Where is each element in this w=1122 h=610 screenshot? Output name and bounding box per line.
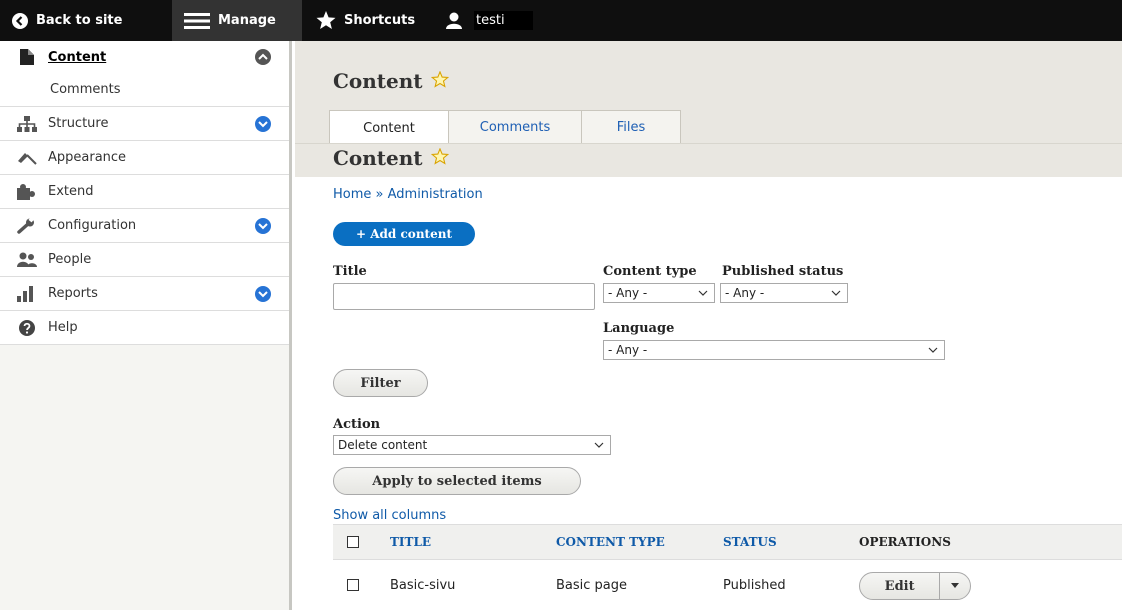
chevron-down-icon: [698, 290, 708, 296]
add-content-button[interactable]: + Add content: [333, 222, 475, 246]
column-header-title[interactable]: TITLE: [390, 535, 431, 549]
page-title-text: Content: [333, 69, 423, 93]
select-all-checkbox[interactable]: [347, 536, 359, 548]
page-header: Content Content Comments Files: [295, 41, 1122, 145]
sidebar-item-label: People: [48, 252, 92, 267]
row-status: Published: [723, 578, 786, 593]
main-content: Content Content Comments Files Content H…: [295, 41, 1122, 610]
sidebar-item-structure[interactable]: Structure: [0, 107, 289, 141]
published-status-label: Published status: [722, 264, 844, 279]
published-status-select[interactable]: - Any -: [720, 283, 848, 303]
select-value: Delete content: [338, 438, 428, 452]
brush-icon: [16, 149, 38, 167]
sidebar-item-extend[interactable]: Extend: [0, 175, 289, 209]
chevron-down-icon: [928, 347, 938, 353]
caret-down-icon: [951, 583, 960, 588]
tab-comments[interactable]: Comments: [448, 110, 582, 144]
chevron-left-circle-icon: [12, 12, 28, 29]
content-type-label: Content type: [603, 264, 697, 279]
row-content-type: Basic page: [556, 578, 628, 593]
sidebar-item-comments[interactable]: Comments: [0, 73, 289, 107]
select-value: - Any -: [608, 286, 648, 300]
page-subheader: Content: [295, 143, 1122, 177]
action-select[interactable]: Delete content: [333, 435, 611, 455]
manage-label: Manage: [218, 13, 276, 28]
sidebar-item-appearance[interactable]: Appearance: [0, 141, 289, 175]
people-icon: [16, 251, 38, 269]
row-title-link[interactable]: Basic-sivu: [390, 578, 455, 593]
apply-selected-button[interactable]: Apply to selected items: [333, 467, 581, 495]
title-filter-label: Title: [333, 264, 367, 279]
wrench-icon: [16, 217, 38, 235]
sidebar-item-label: Appearance: [48, 150, 127, 165]
sidebar-item-label: Help: [48, 320, 78, 335]
page-title: Content: [333, 69, 449, 93]
shortcuts-toggle[interactable]: Shortcuts: [302, 0, 434, 41]
primary-tabs: Content Comments Files: [329, 110, 681, 145]
row-checkbox[interactable]: [347, 579, 359, 591]
hamburger-menu-icon: [184, 12, 210, 29]
sidebar-item-label: Structure: [48, 116, 109, 131]
dropbutton-toggle[interactable]: [940, 583, 970, 589]
user-toggle[interactable]: testi: [434, 0, 545, 41]
breadcrumb[interactable]: Home » Administration: [333, 187, 483, 202]
select-value: - Any -: [608, 343, 648, 357]
table-header: TITLE CONTENT TYPE STATUS OPERATIONS: [333, 524, 1122, 560]
filter-button[interactable]: Filter: [333, 369, 428, 397]
bar-chart-icon: [16, 285, 38, 303]
tab-label: Files: [616, 120, 646, 135]
manage-toggle[interactable]: Manage: [172, 0, 302, 41]
shortcuts-label: Shortcuts: [344, 13, 416, 28]
admin-toolbar: Back to site Manage Shortcuts testi: [0, 0, 1122, 41]
operations-dropbutton: Edit: [859, 572, 971, 600]
sidebar-item-label: Extend: [48, 184, 94, 199]
page-subtitle-text: Content: [333, 146, 423, 170]
sitemap-icon: [16, 115, 38, 133]
admin-sidebar: Content Comments Structure Appearance Ex…: [0, 41, 292, 610]
collapse-toggle-icon[interactable]: [255, 49, 271, 65]
sidebar-menu: Content Comments Structure Appearance Ex…: [0, 41, 289, 345]
sidebar-item-help[interactable]: Help: [0, 311, 289, 345]
star-icon: [316, 11, 336, 29]
tab-files[interactable]: Files: [581, 110, 681, 144]
tab-label: Comments: [479, 120, 551, 135]
help-icon: [16, 319, 38, 337]
column-header-content-type[interactable]: CONTENT TYPE: [556, 535, 665, 549]
action-label: Action: [333, 417, 381, 432]
file-icon: [16, 48, 38, 66]
edit-button[interactable]: Edit: [860, 579, 939, 594]
shortcut-star-icon[interactable]: [430, 146, 449, 170]
column-header-status[interactable]: STATUS: [723, 535, 777, 549]
puzzle-icon: [16, 183, 38, 201]
title-filter-input[interactable]: [333, 283, 595, 310]
sidebar-item-label: Content: [48, 49, 107, 65]
language-label: Language: [603, 321, 675, 336]
back-to-site-link[interactable]: Back to site: [0, 0, 172, 41]
sidebar-item-label: Configuration: [48, 218, 137, 233]
show-all-columns-link[interactable]: Show all columns: [333, 508, 446, 523]
sidebar-item-configuration[interactable]: Configuration: [0, 209, 289, 243]
tab-label: Content: [363, 120, 415, 136]
sidebar-item-content[interactable]: Content: [0, 41, 289, 73]
sidebar-item-reports[interactable]: Reports: [0, 277, 289, 311]
sidebar-item-label: Comments: [50, 82, 121, 97]
chevron-down-icon: [831, 290, 841, 296]
language-select[interactable]: - Any -: [603, 340, 945, 360]
expand-toggle-icon[interactable]: [255, 285, 271, 302]
page-subtitle: Content: [333, 146, 449, 170]
sidebar-item-people[interactable]: People: [0, 243, 289, 277]
username: testi: [474, 11, 533, 30]
expand-toggle-icon[interactable]: [255, 217, 271, 234]
back-to-site-label: Back to site: [36, 13, 123, 28]
table-row: Basic-sivu Basic page Published Edit: [333, 560, 1122, 610]
content-type-select[interactable]: - Any -: [603, 283, 715, 303]
chevron-down-icon: [594, 442, 604, 448]
shortcut-star-icon[interactable]: [430, 69, 449, 93]
sidebar-item-label: Reports: [48, 286, 98, 301]
column-header-operations: OPERATIONS: [859, 535, 951, 549]
user-icon: [446, 12, 462, 29]
select-value: - Any -: [725, 286, 765, 300]
expand-toggle-icon[interactable]: [255, 115, 271, 132]
tab-content[interactable]: Content: [329, 110, 449, 145]
